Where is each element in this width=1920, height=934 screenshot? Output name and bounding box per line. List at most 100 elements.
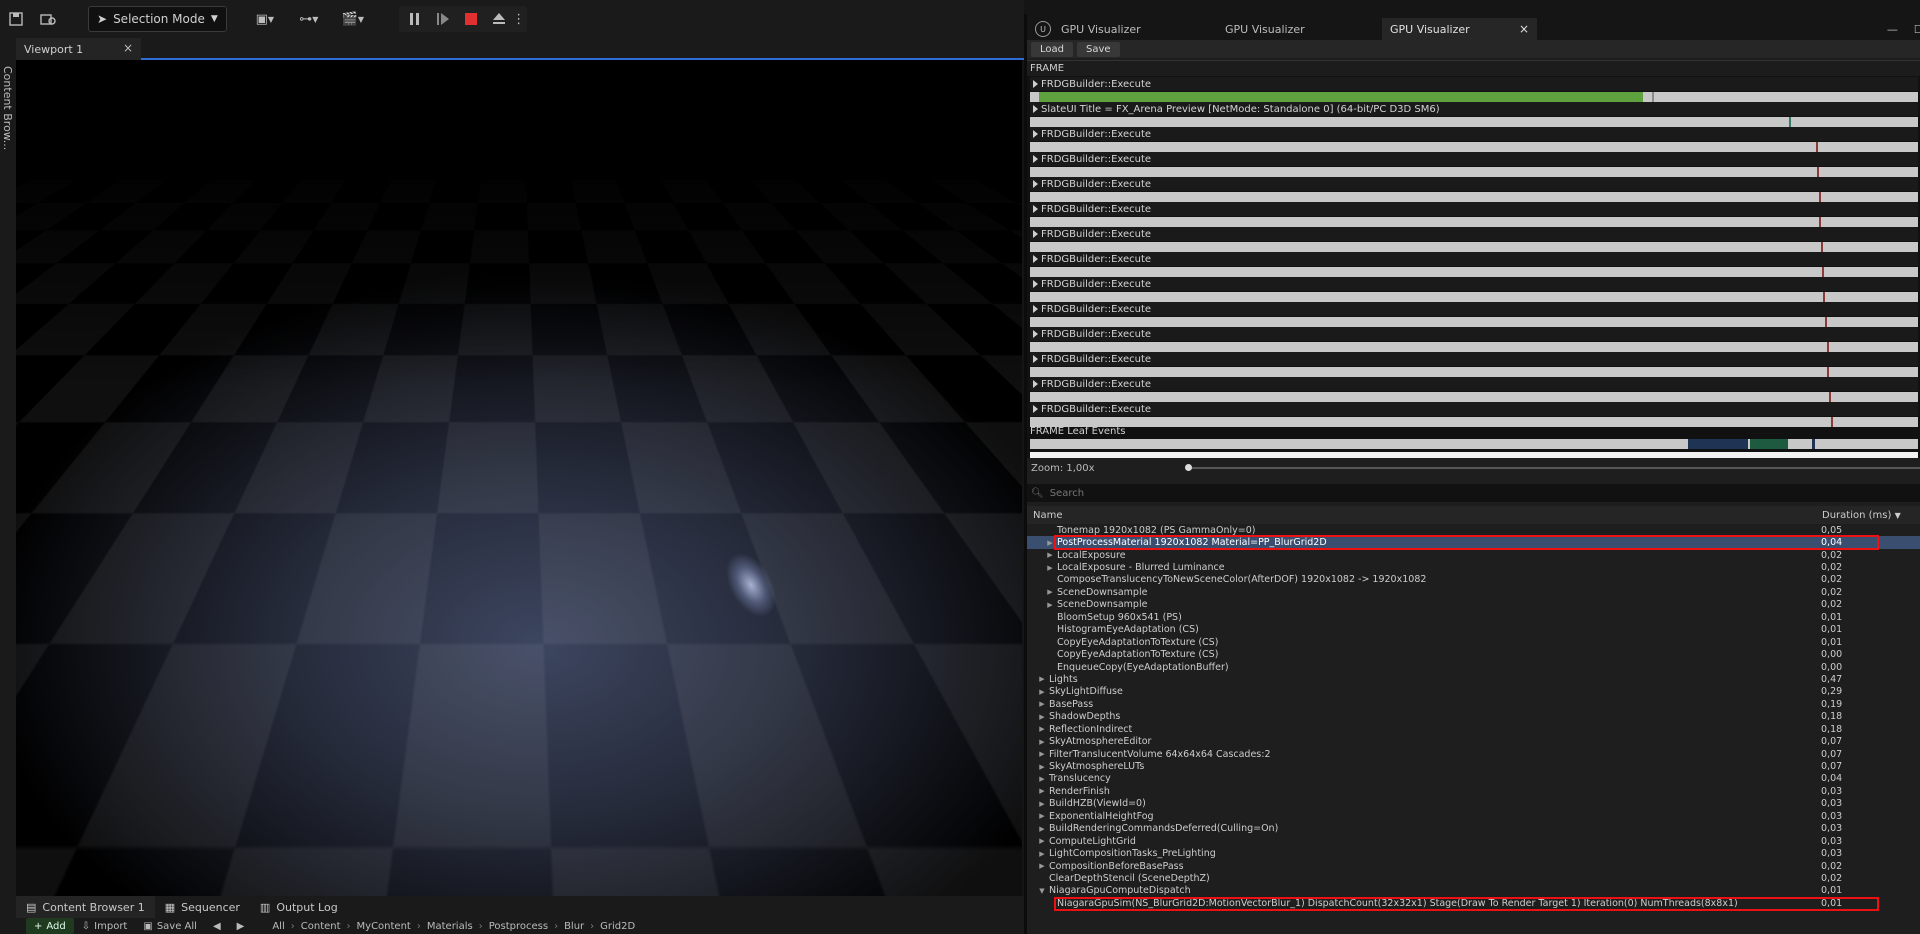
selection-mode-dropdown[interactable]: ➤ Selection Mode ▼ [88,6,227,32]
expand-arrow-icon[interactable] [1033,230,1038,238]
timeline-event[interactable]: FRDGBuilder::Execute [1030,152,1918,177]
timeline-event[interactable]: FRDGBuilder::Execute [1030,127,1918,152]
tree-row[interactable]: ▶ SkyAtmosphereLUTs 0,07 [1027,760,1920,772]
leaf-segment-green[interactable] [1750,439,1788,449]
tree-row[interactable]: HistogramEyeAdaptation (CS) 0,01 [1027,624,1920,636]
breadcrumb-item[interactable]: All [272,921,284,932]
tree-row[interactable]: ▶ SkyAtmosphereEditor 0,07 [1027,735,1920,747]
expand-arrow-icon[interactable]: ▶ [1037,812,1047,820]
tree-row[interactable]: ▶ SceneDownsample 0,02 [1027,599,1920,611]
pause-icon[interactable] [403,6,427,32]
tab-gpu-visualizer-2[interactable]: GPU Visualizer [1217,18,1367,40]
timeline-event[interactable]: FRDGBuilder::Execute [1030,202,1918,227]
zoom-slider-track[interactable] [1187,467,1920,469]
timeline-event[interactable]: FRDGBuilder::Execute [1030,252,1918,277]
content-browser-drawer-tab[interactable]: Content Brow... [1,66,14,150]
tree-row[interactable]: ▼ NiagaraGpuComputeDispatch 0,01 [1027,885,1920,897]
expand-arrow-icon[interactable] [1033,330,1038,338]
save-button[interactable]: Save [1077,41,1120,57]
expand-arrow-icon[interactable]: ▶ [1037,850,1047,858]
timeline-event[interactable]: FRDGBuilder::Execute [1030,327,1918,352]
expand-arrow-icon[interactable] [1033,280,1038,288]
timeline-event-bar[interactable] [1030,142,1918,152]
tree-row[interactable]: ▶ LocalExposure - Blurred Luminance 0,02 [1027,561,1920,573]
expand-arrow-icon[interactable]: ▶ [1037,763,1047,771]
timeline-event[interactable]: FRDGBuilder::Execute [1030,352,1918,377]
tree-row[interactable]: ▶ ComputeLightGrid 0,03 [1027,835,1920,847]
tree-row[interactable]: ▶ BuildHZB(ViewId=0) 0,03 [1027,798,1920,810]
minimize-icon[interactable]: — [1887,23,1898,36]
history-forward-icon[interactable]: ▶ [229,918,253,934]
expand-arrow-icon[interactable]: ▶ [1037,862,1047,870]
zoom-slider-handle[interactable] [1185,464,1192,471]
timeline-event-bar[interactable] [1030,342,1918,352]
tree-row[interactable]: ▶ PostProcessMaterial 1920x1082 Material=… [1027,536,1920,549]
timeline-event[interactable]: FRDGBuilder::Execute [1030,302,1918,327]
expand-arrow-icon[interactable]: ▶ [1037,675,1047,683]
tree-row[interactable]: BloomSetup 960x541 (PS) 0,01 [1027,611,1920,623]
timeline-event-bar[interactable] [1030,117,1918,127]
timeline-event-bar[interactable] [1030,217,1918,227]
close-icon[interactable]: × [1519,22,1529,36]
timeline-event[interactable]: SlateUI Title = FX_Arena Preview [NetMod… [1030,102,1918,127]
expand-arrow-icon[interactable]: ▶ [1037,787,1047,795]
expand-arrow-icon[interactable]: ▶ [1037,700,1047,708]
timeline-event[interactable]: FRDGBuilder::Execute [1030,77,1918,102]
add-button[interactable]: + Add [26,918,74,934]
expand-arrow-icon[interactable]: ▶ [1037,775,1047,783]
breadcrumb-item[interactable]: Content [301,921,341,932]
tree-row[interactable]: ▶ BuildRenderingCommandsDeferred(Culling=… [1027,823,1920,835]
leaf-segment-navy[interactable] [1688,439,1748,449]
expand-arrow-icon[interactable]: ▶ [1037,688,1047,696]
timeline-event-bar[interactable] [1030,192,1918,202]
tab-viewport-1[interactable]: Viewport 1 × [16,38,141,60]
expand-arrow-icon[interactable] [1033,205,1038,213]
tab-sequencer[interactable]: ▦ Sequencer [155,896,250,918]
expand-arrow-icon[interactable]: ▶ [1045,601,1055,609]
content-icon[interactable] [36,6,60,32]
timeline-event-bar[interactable] [1030,367,1918,377]
expand-arrow-icon[interactable] [1033,255,1038,263]
expand-arrow-icon[interactable] [1033,405,1038,413]
tree-row[interactable]: ClearDepthStencil (SceneDepthZ) 0,02 [1027,872,1920,884]
eject-icon[interactable] [487,6,511,32]
tab-gpu-visualizer-3[interactable]: GPU Visualizer × [1382,18,1537,40]
load-button[interactable]: Load [1031,41,1073,57]
column-name[interactable]: Name [1027,510,1063,521]
timeline-event-bar[interactable] [1030,417,1918,427]
expand-arrow-icon[interactable]: ▶ [1045,564,1055,572]
tree-row[interactable]: ▶ BasePass 0,19 [1027,698,1920,710]
tree-row[interactable]: ▶ ReflectionIndirect 0,18 [1027,723,1920,735]
expand-arrow-icon[interactable] [1033,105,1038,113]
expand-arrow-icon[interactable]: ▶ [1037,738,1047,746]
close-icon[interactable]: × [123,41,133,55]
timeline-event-bar[interactable] [1030,292,1918,302]
tree-row[interactable]: ▶ FilterTranslucentVolume 64x64x64 Cascad… [1027,748,1920,760]
timeline-event-bar[interactable] [1030,317,1918,327]
expand-arrow-icon[interactable]: ▶ [1037,800,1047,808]
tree-row[interactable]: ▶ Lights 0,47 [1027,673,1920,685]
expand-arrow-icon[interactable]: ▶ [1037,713,1047,721]
expand-arrow-icon[interactable]: ▶ [1037,837,1047,845]
breadcrumb-item[interactable]: Grid2D [600,921,635,932]
collapse-arrow-icon[interactable]: ▼ [1037,887,1047,895]
timeline-event[interactable]: FRDGBuilder::Execute [1030,402,1918,427]
tree-row[interactable]: ▶ RenderFinish 0,03 [1027,785,1920,797]
tree-row[interactable]: ▶ Translucency 0,04 [1027,773,1920,785]
leaf-segment-navy[interactable] [1812,439,1815,449]
tree-row[interactable]: ▶ LightCompositionTasks_PreLighting 0,03 [1027,847,1920,859]
expand-arrow-icon[interactable] [1033,380,1038,388]
import-button[interactable]: ⇩ Import [74,918,136,934]
maximize-icon[interactable]: ☐ [1914,23,1920,36]
breadcrumb-item[interactable]: MyContent [357,921,411,932]
timeline-event[interactable]: FRDGBuilder::Execute [1030,377,1918,402]
expand-arrow-icon[interactable]: ▶ [1045,539,1055,547]
cinematics-button[interactable]: 🎬 ▼ [337,6,369,32]
tree-row[interactable]: ▶ ShadowDepths 0,18 [1027,711,1920,723]
timeline-event-bar[interactable] [1030,242,1918,252]
tab-gpu-visualizer-1[interactable]: U GPU Visualizer [1027,18,1187,40]
timeline-event-bar[interactable] [1030,92,1918,102]
tree-row[interactable]: ▶ SceneDownsample 0,02 [1027,586,1920,598]
save-icon[interactable] [4,6,28,32]
search-input[interactable]: Search [1050,488,1084,499]
